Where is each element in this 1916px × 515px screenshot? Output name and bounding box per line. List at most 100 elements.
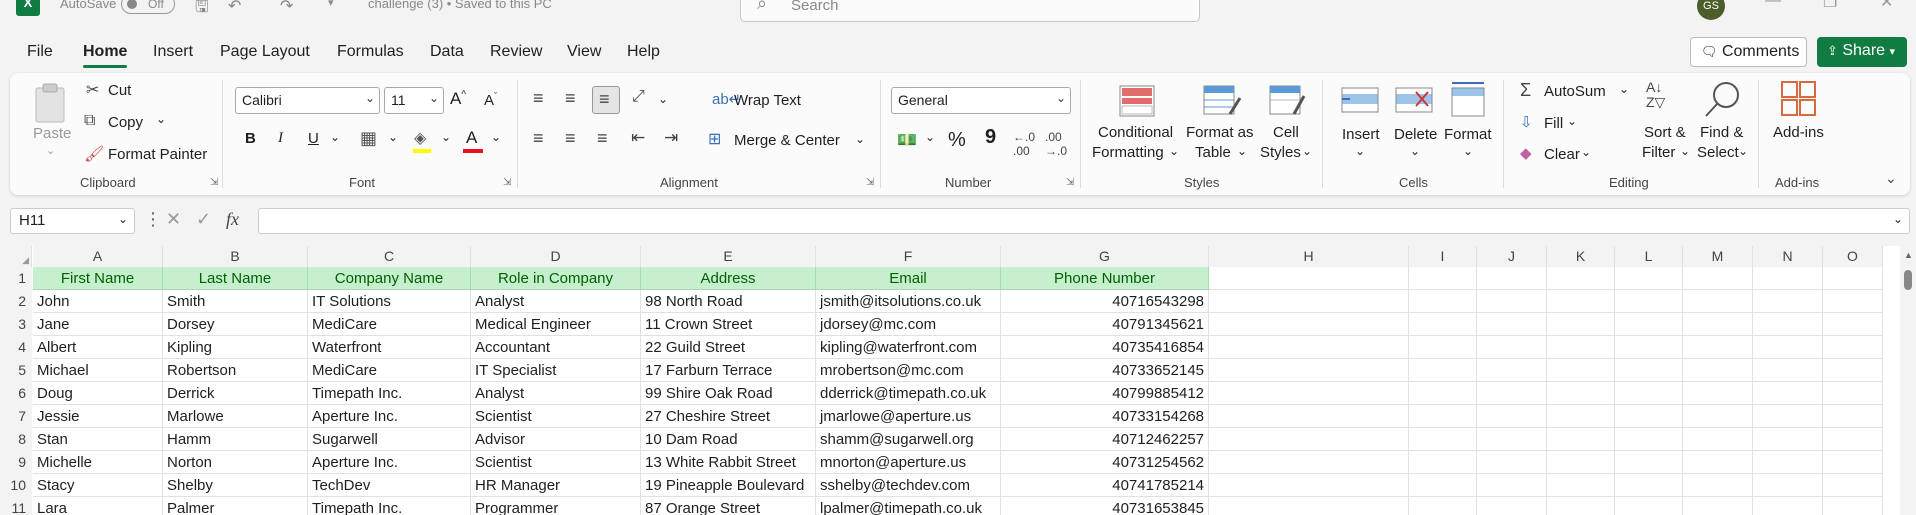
table-cell[interactable]: Waterfront — [308, 336, 471, 359]
column-header[interactable]: B — [163, 246, 308, 267]
table-cell[interactable] — [1823, 359, 1883, 382]
font-family-select[interactable]: Calibri ⌄ — [235, 87, 380, 114]
chevron-down-icon[interactable]: ⌄ — [1302, 144, 1312, 158]
orientation-chevron-icon[interactable]: ⌄ — [658, 92, 668, 106]
table-cell[interactable] — [1753, 405, 1823, 428]
table-cell[interactable]: Analyst — [471, 290, 641, 313]
tab-formulas[interactable]: Formulas — [337, 43, 404, 61]
font-color-icon[interactable]: A — [466, 128, 477, 148]
table-cell[interactable] — [1823, 290, 1883, 313]
font-color-chevron-icon[interactable]: ⌄ — [491, 130, 501, 144]
italic-button[interactable]: I — [278, 130, 283, 147]
borders-icon[interactable]: ▦ — [360, 128, 377, 149]
table-cell[interactable] — [1209, 336, 1409, 359]
table-cell[interactable]: Sugarwell — [308, 428, 471, 451]
table-cell[interactable]: Norton — [163, 451, 308, 474]
table-cell[interactable] — [1547, 359, 1615, 382]
number-format-select[interactable]: General ⌄ — [891, 87, 1071, 114]
table-cell[interactable] — [1683, 428, 1753, 451]
increase-font-icon[interactable]: A^ — [450, 89, 466, 109]
table-cell[interactable] — [1753, 336, 1823, 359]
column-header[interactable]: G — [1001, 246, 1209, 267]
table-cell[interactable]: Shelby — [163, 474, 308, 497]
table-cell[interactable]: MediCare — [308, 313, 471, 336]
chevron-down-icon[interactable]: ⌄ — [1410, 144, 1420, 158]
table-cell[interactable] — [1477, 336, 1547, 359]
table-cell[interactable] — [1823, 313, 1883, 336]
row-header[interactable]: 3 — [0, 313, 32, 336]
row-header[interactable]: 1 — [0, 267, 32, 290]
table-cell[interactable] — [1477, 290, 1547, 313]
dialog-launcher-icon[interactable]: ⇲ — [1066, 177, 1074, 188]
table-cell[interactable]: John — [33, 290, 163, 313]
column-header[interactable]: C — [308, 246, 471, 267]
table-cell[interactable] — [1547, 451, 1615, 474]
row-header[interactable]: 6 — [0, 382, 32, 405]
table-cell[interactable]: Jane — [33, 313, 163, 336]
table-cell[interactable] — [1209, 405, 1409, 428]
cell-styles-button[interactable]: Styles — [1260, 144, 1301, 161]
table-cell[interactable]: dderrick@timepath.co.uk — [816, 382, 1001, 405]
table-cell[interactable]: Scientist — [471, 451, 641, 474]
table-cell[interactable]: 40733154268 — [1001, 405, 1209, 428]
table-cell[interactable]: Derrick — [163, 382, 308, 405]
more-options-icon[interactable]: ⋮ — [144, 209, 162, 230]
find-select-button[interactable]: Select — [1697, 144, 1739, 161]
chevron-down-icon[interactable]: ⌄ — [1237, 144, 1247, 158]
undo-icon[interactable]: ↶ — [228, 0, 241, 16]
vertical-scrollbar[interactable]: ▲ — [1900, 246, 1916, 515]
table-cell[interactable] — [1409, 451, 1477, 474]
table-cell[interactable]: IT Specialist — [471, 359, 641, 382]
sort-filter-button[interactable]: Filter — [1642, 144, 1675, 161]
table-cell[interactable]: Doug — [33, 382, 163, 405]
align-center-icon[interactable]: ≡ — [565, 128, 576, 149]
top-align-icon[interactable]: ≡ — [533, 88, 544, 109]
fill-color-icon[interactable]: ◈ — [414, 128, 426, 148]
borders-chevron-icon[interactable]: ⌄ — [388, 130, 398, 144]
table-cell[interactable]: mnorton@aperture.us — [816, 451, 1001, 474]
table-cell[interactable] — [1615, 497, 1683, 515]
save-icon[interactable]: 🖫 — [195, 0, 209, 23]
fill-button[interactable]: Fill — [1544, 115, 1563, 132]
chevron-down-icon[interactable]: ⌄ — [1581, 145, 1591, 159]
table-cell[interactable] — [1615, 382, 1683, 405]
table-cell[interactable] — [1615, 451, 1683, 474]
column-header[interactable]: L — [1615, 246, 1683, 267]
tab-insert[interactable]: Insert — [153, 43, 193, 61]
table-cell[interactable] — [1477, 428, 1547, 451]
increase-indent-icon[interactable]: ⇥ — [664, 128, 678, 148]
table-cell[interactable] — [1615, 336, 1683, 359]
row-header[interactable]: 10 — [0, 474, 32, 497]
search-input[interactable]: ⌕ Search — [740, 0, 1200, 22]
table-cell[interactable]: 98 North Road — [641, 290, 816, 313]
table-cell[interactable] — [1409, 359, 1477, 382]
table-cell[interactable] — [1409, 497, 1477, 515]
conditional-formatting-button[interactable]: Formatting — [1092, 144, 1164, 161]
table-cell[interactable] — [1547, 313, 1615, 336]
table-cell[interactable] — [1209, 313, 1409, 336]
merge-center-button[interactable]: Merge & Center — [734, 132, 840, 149]
tab-help[interactable]: Help — [627, 43, 660, 61]
sort-filter-label-1[interactable]: Sort & — [1644, 124, 1686, 141]
currency-chevron-icon[interactable]: ⌄ — [925, 130, 935, 144]
table-cell[interactable]: mrobertson@mc.com — [816, 359, 1001, 382]
row-header[interactable]: 7 — [0, 405, 32, 428]
table-cell[interactable] — [1547, 428, 1615, 451]
header-cell[interactable] — [1753, 267, 1823, 290]
table-cell[interactable] — [1477, 313, 1547, 336]
chevron-down-icon[interactable]: ⌄ — [1355, 144, 1365, 158]
table-cell[interactable]: Timepath Inc. — [308, 382, 471, 405]
column-header[interactable]: H — [1209, 246, 1409, 267]
decrease-font-icon[interactable]: Aˇ — [484, 91, 497, 109]
table-cell[interactable]: Accountant — [471, 336, 641, 359]
table-cell[interactable]: Robertson — [163, 359, 308, 382]
merge-chevron-icon[interactable]: ⌄ — [855, 132, 865, 146]
table-cell[interactable] — [1683, 382, 1753, 405]
column-header[interactable]: M — [1683, 246, 1753, 267]
header-cell[interactable]: Address — [641, 267, 816, 290]
conditional-formatting-label-1[interactable]: Conditional — [1098, 124, 1173, 141]
chevron-down-icon[interactable]: ⌄ — [1169, 144, 1179, 158]
underline-button[interactable]: U — [308, 130, 319, 147]
dialog-launcher-icon[interactable]: ⇲ — [503, 177, 511, 188]
table-cell[interactable] — [1209, 382, 1409, 405]
